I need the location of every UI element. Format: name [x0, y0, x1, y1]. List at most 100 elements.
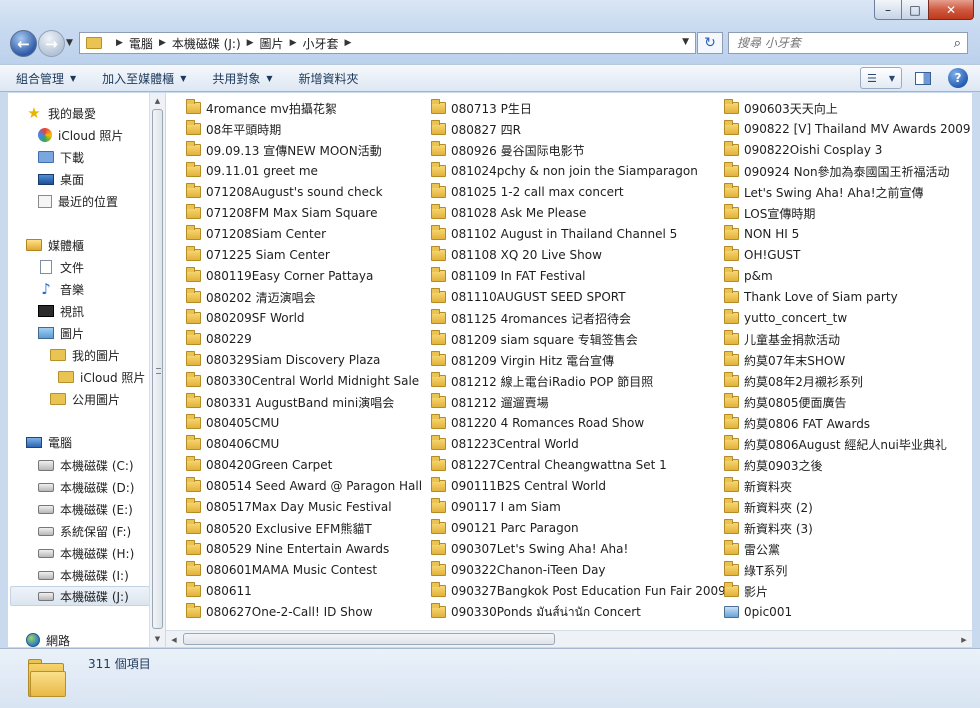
nav-drive-f[interactable]: 系統保留 (F:)	[38, 521, 131, 541]
list-item[interactable]: 約莫07年末SHOW	[724, 350, 845, 370]
nav-videos[interactable]: 視訊	[38, 301, 84, 321]
list-item[interactable]: 081125 4romances 记者招待会	[431, 308, 631, 328]
list-item[interactable]: 約莫0805便面廣告	[724, 392, 847, 412]
scrollbar-thumb[interactable]	[183, 633, 555, 645]
list-item[interactable]: yutto_concert_tw	[724, 308, 847, 328]
list-item[interactable]: 081108 XQ 20 Live Show	[431, 245, 602, 265]
list-item[interactable]: 08年平頭時期	[186, 119, 281, 139]
back-button[interactable]: ←	[10, 30, 37, 57]
organize-menu[interactable]: 組合管理 ▼	[16, 70, 76, 87]
nav-public-pictures[interactable]: 公用圖片	[50, 389, 120, 409]
nav-drive-c[interactable]: 本機磁碟 (C:)	[38, 455, 134, 475]
list-item[interactable]: 約莫08年2月襯衫系列	[724, 371, 863, 391]
navigation-pane-scrollbar[interactable]: ▲ ▼	[149, 93, 165, 647]
search-icon[interactable]: ⌕	[954, 36, 961, 51]
list-item[interactable]: 080331 AugustBand mini演唱会	[186, 392, 394, 412]
list-item[interactable]: 090330Ponds มันส์น่านัก Concert	[431, 602, 641, 622]
list-item[interactable]: 080926 曼谷国际电影节	[431, 140, 585, 160]
list-item[interactable]: 080119Easy Corner Pattaya	[186, 266, 373, 286]
address-bar[interactable]: ▶ 電腦 ▶ 本機磁碟 (J:) ▶ 圖片 ▶ 小牙套 ▶ ▼	[79, 32, 696, 54]
list-item[interactable]: 新資料夾 (3)	[724, 518, 813, 538]
list-item[interactable]: 約莫0903之後	[724, 455, 823, 475]
list-item[interactable]: 080627One-2-Call! ID Show	[186, 602, 373, 622]
list-item[interactable]: 081209 siam square 专辑签售会	[431, 329, 638, 349]
list-item[interactable]: 4romance mv拍攝花絮	[186, 98, 337, 118]
nav-drive-j[interactable]: 本機磁碟 (J:)	[10, 586, 150, 606]
nav-favorites[interactable]: ★ 我的最愛	[26, 103, 96, 123]
breadcrumb-separator[interactable]: ▶	[345, 38, 352, 48]
breadcrumb-drive-j[interactable]: 本機磁碟 (J:)	[172, 35, 241, 52]
scroll-down-button[interactable]: ▼	[150, 631, 165, 647]
nav-network[interactable]: 網路	[26, 630, 70, 647]
list-item[interactable]: OH!GUST	[724, 245, 800, 265]
list-item[interactable]: 081024pchy & non join the Siamparagon	[431, 161, 698, 181]
nav-pictures[interactable]: 圖片	[38, 323, 84, 343]
list-item[interactable]: 090111B2S Central World	[431, 476, 606, 496]
list-item[interactable]: 071208August's sound check	[186, 182, 383, 202]
search-box[interactable]: ⌕	[728, 32, 968, 54]
breadcrumb-computer[interactable]: 電腦	[129, 35, 153, 52]
nav-my-pictures[interactable]: 我的圖片	[50, 345, 120, 365]
share-with-menu[interactable]: 共用對象 ▼	[212, 70, 272, 87]
list-item[interactable]: 影片	[724, 581, 768, 601]
breadcrumb-separator[interactable]: ▶	[116, 38, 123, 48]
list-item[interactable]: 080611	[186, 581, 252, 601]
scrollbar-thumb[interactable]	[152, 109, 163, 629]
address-dropdown[interactable]: ▼	[682, 37, 689, 47]
list-item[interactable]: 080529 Nine Entertain Awards	[186, 539, 389, 559]
list-item[interactable]: LOS宣傳時期	[724, 203, 815, 223]
maximize-button[interactable]: □	[901, 0, 928, 20]
list-item[interactable]: Thank Love of Siam party	[724, 287, 898, 307]
list-item[interactable]: 081109 In FAT Festival	[431, 266, 586, 286]
scroll-right-button[interactable]: ▶	[956, 632, 972, 647]
list-item[interactable]: 080601MAMA Music Contest	[186, 560, 377, 580]
list-item[interactable]: 080713 P生日	[431, 98, 532, 118]
list-item[interactable]: 09.09.13 宣傳NEW MOON活動	[186, 140, 382, 160]
list-item[interactable]: 約莫0806 FAT Awards	[724, 413, 870, 433]
scroll-left-button[interactable]: ◀	[166, 632, 182, 647]
list-item[interactable]: 071208FM Max Siam Square	[186, 203, 378, 223]
list-item[interactable]: 090822 [V] Thailand MV Awards 2009	[724, 119, 971, 139]
list-item[interactable]: 081209 Virgin Hitz 電台宣傳	[431, 350, 614, 370]
list-item[interactable]: 081028 Ask Me Please	[431, 203, 586, 223]
nav-icloud-photos[interactable]: iCloud 照片	[38, 125, 123, 145]
list-item[interactable]: 081212 線上電台iRadio POP 節目照	[431, 371, 653, 391]
nav-drive-d[interactable]: 本機磁碟 (D:)	[38, 477, 134, 497]
breadcrumb-separator[interactable]: ▶	[247, 38, 254, 48]
list-item[interactable]: NON HI 5	[724, 224, 799, 244]
list-item[interactable]: 儿童基金捐款活动	[724, 329, 840, 349]
list-item[interactable]: Let's Swing Aha! Aha!之前宣傳	[724, 182, 924, 202]
change-view-button[interactable]: ☰ ▼	[860, 67, 902, 89]
list-item[interactable]: 071208Siam Center	[186, 224, 326, 244]
nav-drive-h[interactable]: 本機磁碟 (H:)	[38, 543, 134, 563]
nav-downloads[interactable]: 下載	[38, 147, 84, 167]
list-item[interactable]: 080405CMU	[186, 413, 279, 433]
list-item[interactable]: 0pic001	[724, 602, 792, 622]
list-item[interactable]: 081223Central World	[431, 434, 579, 454]
list-item[interactable]: 綠T系列	[724, 560, 787, 580]
breadcrumb-separator[interactable]: ▶	[159, 38, 166, 48]
nav-music[interactable]: ♪ 音樂	[38, 279, 84, 299]
nav-computer[interactable]: 電腦	[26, 432, 72, 452]
close-button[interactable]: ✕	[928, 0, 974, 20]
list-item[interactable]: 081220 4 Romances Road Show	[431, 413, 644, 433]
list-item[interactable]: 080420Green Carpet	[186, 455, 332, 475]
list-item[interactable]: 090307Let's Swing Aha! Aha!	[431, 539, 628, 559]
list-item[interactable]: 新資料夾 (2)	[724, 497, 813, 517]
list-item[interactable]: 090117 I am Siam	[431, 497, 561, 517]
list-item[interactable]: 090603天天向上	[724, 98, 838, 118]
nav-recent-places[interactable]: 最近的位置	[38, 191, 118, 211]
refresh-button[interactable]: ↻	[697, 32, 723, 54]
help-button[interactable]: ?	[948, 68, 968, 88]
list-item[interactable]: 080229	[186, 329, 252, 349]
list-item[interactable]: 081110AUGUST SEED SPORT	[431, 287, 626, 307]
nav-icloud-photos-folder[interactable]: iCloud 照片	[58, 367, 145, 387]
breadcrumb-separator[interactable]: ▶	[290, 38, 297, 48]
minimize-button[interactable]: –	[874, 0, 901, 20]
list-item[interactable]: 090121 Parc Paragon	[431, 518, 579, 538]
list-item[interactable]: 081025 1-2 call max concert	[431, 182, 624, 202]
list-item[interactable]: 071225 Siam Center	[186, 245, 330, 265]
breadcrumb-current-folder[interactable]: 小牙套	[302, 35, 338, 52]
list-item[interactable]: p&m	[724, 266, 773, 286]
list-item[interactable]: 080517Max Day Music Festival	[186, 497, 392, 517]
